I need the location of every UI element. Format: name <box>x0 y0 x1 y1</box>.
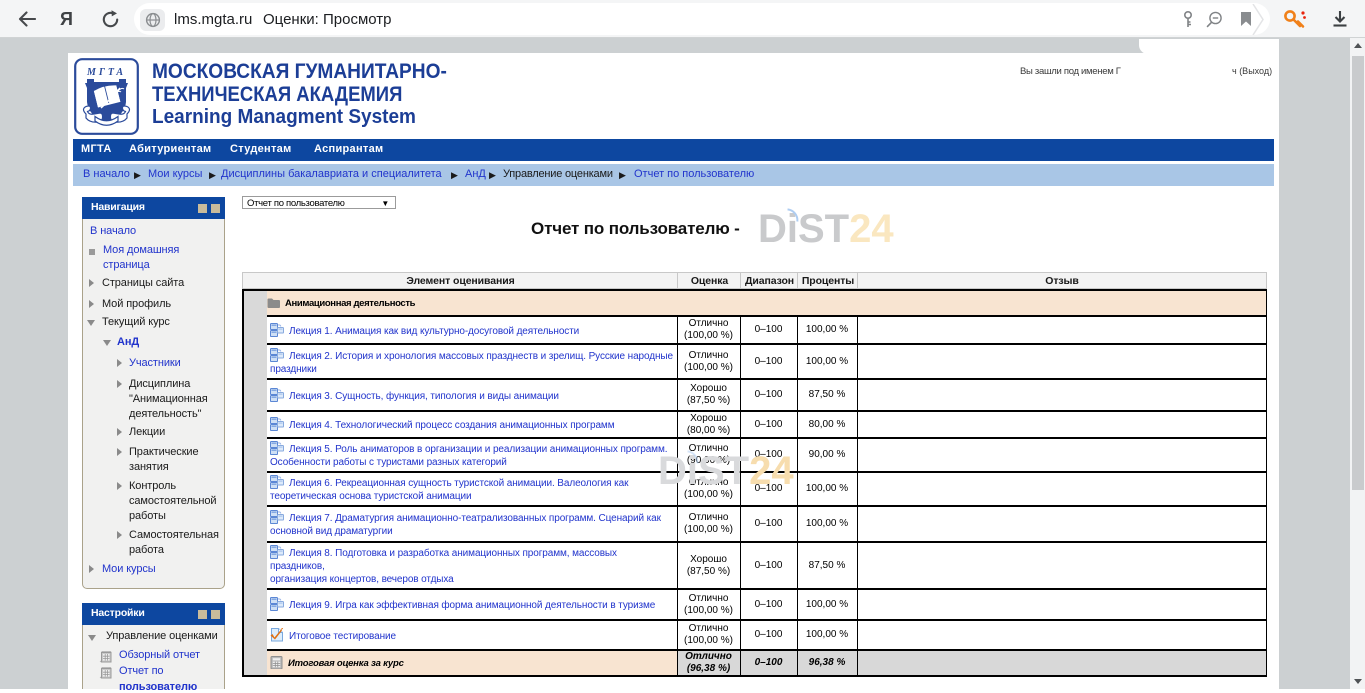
svg-text:МГТА: МГТА <box>86 67 126 78</box>
